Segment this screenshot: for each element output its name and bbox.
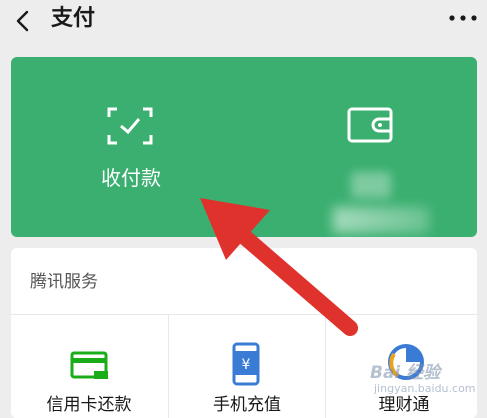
phone-recharge-icon: ¥: [232, 342, 260, 386]
scan-pay-icon: [107, 107, 153, 145]
collect-pay-button[interactable]: 收付款: [79, 107, 183, 197]
services-section-title: 腾讯服务: [30, 272, 98, 292]
baidu-watermark: Bai 经验: [370, 363, 441, 383]
more-options-icon[interactable]: [448, 14, 478, 22]
service-label: 信用卡还款: [46, 395, 132, 415]
service-credit-card-repay[interactable]: 信用卡还款: [11, 314, 167, 418]
service-label: 理财通: [378, 395, 430, 415]
page-title: 支付: [51, 6, 96, 31]
svg-text:¥: ¥: [242, 357, 251, 373]
baidu-watermark-url: jingyan.baidu.com: [374, 382, 476, 395]
collect-pay-label: 收付款: [101, 166, 161, 190]
back-arrow-icon[interactable]: [12, 9, 34, 33]
wallet-icon: [347, 107, 393, 143]
credit-card-icon: [70, 351, 108, 379]
service-label: 手机充值: [213, 395, 281, 415]
top-bar: 支付: [0, 0, 487, 42]
red-pointer-arrow: [200, 198, 358, 336]
